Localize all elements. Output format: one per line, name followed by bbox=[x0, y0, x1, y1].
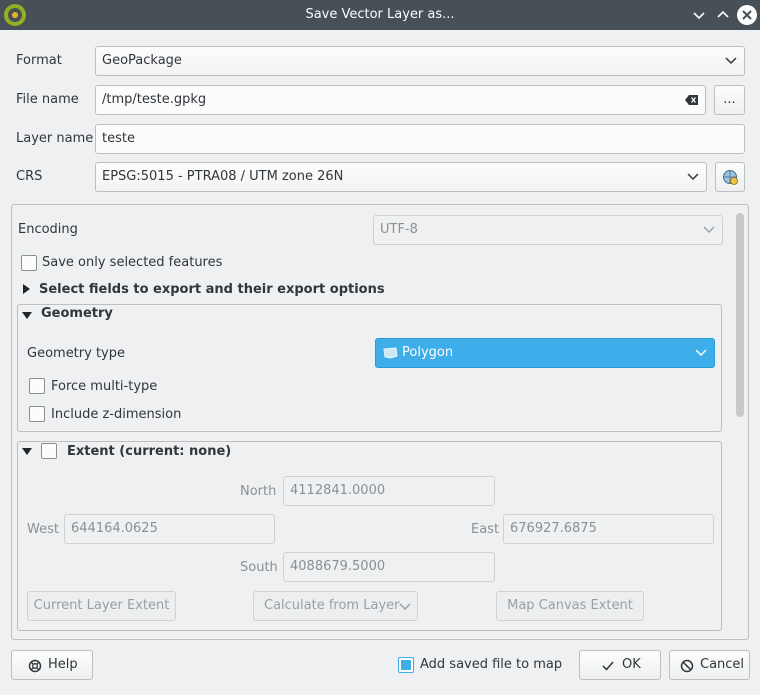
help-button[interactable]: Help bbox=[11, 650, 93, 680]
force-multi-label: Force multi-type bbox=[51, 379, 158, 394]
title-bar: Save Vector Layer as... bbox=[0, 0, 760, 30]
north-input[interactable]: 4112841.0000 bbox=[283, 476, 495, 506]
save-selected-checkbox[interactable] bbox=[21, 255, 37, 271]
include-z-checkbox[interactable] bbox=[29, 406, 45, 422]
filename-value: /tmp/teste.gpkg bbox=[102, 92, 207, 107]
east-label: East bbox=[471, 522, 500, 537]
add-to-map-label: Add saved file to map bbox=[420, 657, 563, 672]
globe-settings-icon bbox=[723, 170, 738, 185]
check-icon bbox=[602, 661, 614, 671]
chevron-down-icon bbox=[695, 349, 707, 357]
east-value: 676927.6875 bbox=[510, 521, 597, 536]
layername-input[interactable]: teste bbox=[95, 124, 745, 154]
south-label: South bbox=[240, 560, 278, 575]
current-layer-extent-button[interactable]: Current Layer Extent bbox=[27, 591, 176, 621]
include-z-label: Include z-dimension bbox=[51, 407, 182, 422]
save-selected-label: Save only selected features bbox=[42, 255, 223, 270]
collapse-arrow-icon[interactable] bbox=[22, 312, 32, 319]
close-icon bbox=[742, 10, 752, 20]
geometry-type-combobox[interactable]: Polygon bbox=[375, 338, 715, 368]
cancel-label: Cancel bbox=[700, 657, 745, 672]
vertical-scrollbar[interactable] bbox=[736, 213, 744, 417]
map-canvas-extent-button[interactable]: Map Canvas Extent bbox=[496, 591, 644, 621]
crs-select-button[interactable] bbox=[715, 162, 745, 192]
north-label: North bbox=[240, 484, 277, 499]
close-button[interactable] bbox=[737, 5, 757, 25]
maximize-button[interactable] bbox=[714, 6, 732, 24]
geometry-type-value: Polygon bbox=[402, 345, 454, 360]
north-value: 4112841.0000 bbox=[290, 483, 386, 498]
east-input[interactable]: 676927.6875 bbox=[503, 514, 714, 544]
minimize-button[interactable] bbox=[690, 6, 708, 24]
expand-arrow-icon[interactable] bbox=[23, 284, 30, 294]
chevron-down-icon bbox=[703, 226, 715, 234]
format-combobox[interactable]: GeoPackage bbox=[95, 46, 745, 76]
west-input[interactable]: 644164.0625 bbox=[64, 514, 275, 544]
clear-text-icon[interactable] bbox=[685, 94, 699, 106]
layername-value: teste bbox=[102, 131, 135, 146]
geometry-type-label: Geometry type bbox=[27, 346, 125, 361]
extent-checkbox[interactable] bbox=[41, 443, 57, 459]
filename-label: File name bbox=[16, 92, 79, 107]
format-label: Format bbox=[16, 53, 62, 68]
layername-label: Layer name bbox=[16, 131, 94, 146]
force-multi-checkbox[interactable] bbox=[29, 378, 45, 394]
help-label: Help bbox=[48, 657, 78, 672]
layer-options-group bbox=[17, 639, 722, 640]
format-value: GeoPackage bbox=[102, 53, 182, 68]
collapse-arrow-icon[interactable] bbox=[22, 448, 32, 455]
encoding-label: Encoding bbox=[18, 222, 78, 237]
calculate-from-layer-button[interactable]: Calculate from Layer bbox=[253, 591, 418, 621]
options-scroll-area[interactable]: Encoding UTF-8 Save only selected featur… bbox=[11, 204, 749, 640]
geometry-group-title[interactable]: Geometry bbox=[41, 306, 113, 321]
geometry-group: Geometry Geometry type Force multi-type … bbox=[17, 304, 722, 432]
west-value: 644164.0625 bbox=[71, 521, 158, 536]
west-label: West bbox=[27, 522, 59, 537]
chevron-down-icon bbox=[399, 603, 411, 611]
south-value: 4088679.5000 bbox=[290, 559, 386, 574]
ok-button[interactable]: OK bbox=[579, 650, 661, 680]
calculate-from-layer-label: Calculate from Layer bbox=[264, 598, 400, 613]
chevron-down-icon bbox=[725, 57, 737, 65]
lifebuoy-icon bbox=[28, 659, 42, 673]
browse-button[interactable]: ... bbox=[714, 85, 745, 115]
add-to-map-checkbox[interactable] bbox=[398, 657, 414, 673]
select-fields-toggle[interactable]: Select fields to export and their export… bbox=[39, 282, 385, 297]
chevron-down-icon bbox=[687, 173, 699, 181]
crs-label: CRS bbox=[16, 169, 43, 184]
window-title: Save Vector Layer as... bbox=[305, 7, 455, 22]
encoding-combobox[interactable]: UTF-8 bbox=[373, 215, 723, 245]
cancel-button[interactable]: Cancel bbox=[669, 650, 750, 680]
encoding-value: UTF-8 bbox=[380, 222, 418, 237]
filename-input[interactable]: /tmp/teste.gpkg bbox=[95, 85, 706, 115]
crs-value: EPSG:5015 - PTRA08 / UTM zone 26N bbox=[102, 169, 344, 184]
polygon-icon bbox=[383, 347, 398, 359]
ok-label: OK bbox=[622, 657, 641, 672]
crs-combobox[interactable]: EPSG:5015 - PTRA08 / UTM zone 26N bbox=[95, 162, 707, 192]
south-input[interactable]: 4088679.5000 bbox=[283, 552, 495, 582]
cancel-icon bbox=[680, 659, 694, 673]
extent-group-title: Extent (current: none) bbox=[67, 444, 232, 459]
